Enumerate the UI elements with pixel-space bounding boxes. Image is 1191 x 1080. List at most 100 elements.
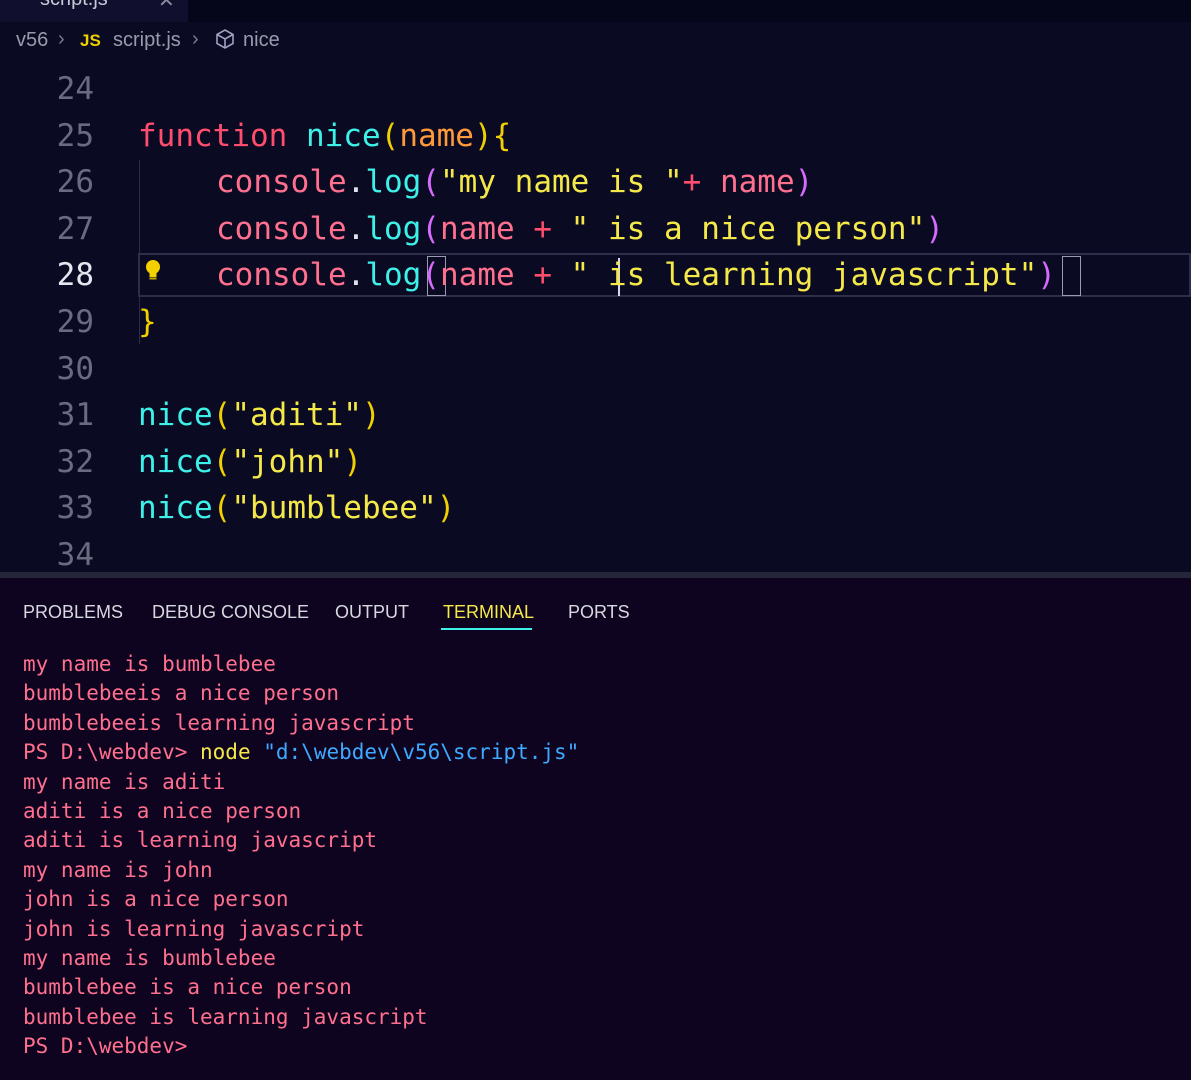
- code-token: ): [925, 210, 944, 247]
- code-text: console.log("my name is "+ name): [216, 159, 813, 205]
- breadcrumb: v56 › JS script.js › nice: [0, 22, 1191, 64]
- line-number: 34: [56, 537, 94, 572]
- code-token: "aditi": [231, 397, 362, 434]
- code-text: console.log(name + " is learning javascr…: [216, 252, 1056, 298]
- code-line[interactable]: 28 console.log(name + " is learning javas…: [0, 252, 1191, 298]
- tab-terminal[interactable]: TERMINAL: [443, 602, 534, 623]
- code-token: nice: [138, 397, 213, 434]
- terminal-line: my name is john: [23, 856, 1173, 885]
- line-number: 31: [56, 397, 94, 434]
- code-line[interactable]: 26 console.log("my name is "+ name): [0, 159, 1191, 205]
- panel-tab-bar: PROBLEMS DEBUG CONSOLE OUTPUT TERMINAL PORTS: [0, 578, 1191, 638]
- breadcrumb-symbol[interactable]: nice: [243, 29, 280, 52]
- symbol-cube-icon: [214, 28, 236, 56]
- code-token: console: [216, 210, 347, 247]
- code-line[interactable]: 32 nice("john"): [0, 439, 1191, 485]
- code-token: +: [514, 257, 571, 294]
- tab-output[interactable]: OUTPUT: [335, 602, 409, 623]
- code-token: "bumblebee": [231, 490, 437, 527]
- code-line[interactable]: 34: [0, 532, 1191, 572]
- code-token: " is a nice person": [570, 210, 926, 247]
- terminal-text: PS D:\webdev>: [23, 740, 201, 765]
- code-text: function nice(name){: [138, 113, 511, 159]
- code-token: name: [440, 210, 515, 247]
- code-token: +: [514, 210, 571, 247]
- line-number: 27: [56, 210, 94, 247]
- terminal-text: my name is aditi: [23, 769, 226, 794]
- code-token: log: [365, 257, 422, 294]
- terminal-text: bumblebeeis a nice person: [23, 681, 340, 706]
- code-token: (: [212, 490, 232, 527]
- tab-debug-console[interactable]: DEBUG CONSOLE: [152, 602, 309, 623]
- line-number: 26: [56, 164, 94, 201]
- code-line[interactable]: 27 console.log(name + " is a nice person"…: [0, 206, 1191, 252]
- terminal-line: bumblebeeis learning javascript: [23, 709, 1173, 738]
- terminal-text: bumblebee is learning javascript: [23, 1004, 428, 1029]
- code-line[interactable]: 29}: [0, 299, 1191, 345]
- bottom-panel: PROBLEMS DEBUG CONSOLE OUTPUT TERMINAL PORTS…: [0, 572, 1191, 1080]
- code-token: nice: [138, 443, 213, 480]
- chevron-right-icon: ›: [58, 28, 65, 50]
- terminal-text: bumblebeeis learning javascript: [23, 710, 415, 735]
- close-icon[interactable]: ✕: [158, 0, 175, 13]
- code-line[interactable]: 31 nice("aditi"): [0, 392, 1191, 438]
- line-number: 25: [56, 117, 94, 154]
- terminal-text: my name is bumblebee: [23, 945, 276, 970]
- code-text: }: [138, 299, 157, 345]
- tab-problems[interactable]: PROBLEMS: [23, 602, 123, 623]
- code-token: name: [440, 257, 515, 294]
- js-file-icon: JS: [80, 31, 101, 50]
- editor-tab-strip: script.js ✕: [0, 0, 1191, 22]
- terminal-line: my name is bumblebee: [23, 944, 1173, 973]
- code-token: (: [380, 117, 400, 154]
- code-token: {: [492, 117, 512, 154]
- code-token: .: [346, 164, 366, 201]
- code-token: ): [473, 117, 493, 154]
- chevron-right-icon: ›: [192, 28, 199, 50]
- code-editor[interactable]: 24 25 function nice(name){26 console.log("m…: [0, 64, 1191, 572]
- code-token: ): [361, 397, 381, 434]
- code-line[interactable]: 30: [0, 346, 1191, 392]
- tab-ports[interactable]: PORTS: [568, 602, 630, 623]
- terminal-text: my name is bumblebee: [23, 652, 276, 676]
- terminal-line: PS D:\webdev>: [23, 1032, 1173, 1061]
- code-token: ): [794, 164, 814, 201]
- code-token: name: [399, 117, 474, 154]
- code-token: "my name is ": [440, 164, 683, 201]
- vscode-window: script.js ✕ v56 › JS script.js › nice: [0, 0, 1191, 1080]
- breadcrumb-file[interactable]: script.js: [113, 29, 181, 52]
- code-line[interactable]: 33 nice("bumblebee"): [0, 485, 1191, 531]
- terminal-text: PS D:\webdev>: [23, 1034, 188, 1059]
- code-text: nice("john"): [138, 439, 362, 485]
- code-line[interactable]: 24: [0, 66, 1191, 112]
- code-token: function: [138, 117, 288, 154]
- code-token: .: [346, 257, 366, 294]
- code-token: (: [421, 164, 440, 201]
- terminal-text: john is learning javascript: [23, 916, 365, 941]
- code-token: console: [216, 257, 347, 294]
- code-text: nice("bumblebee"): [138, 485, 455, 531]
- code-text: nice("aditi"): [138, 392, 381, 438]
- terminal-output[interactable]: my name is bumblebee bumblebeeis a nice p…: [23, 650, 1173, 1061]
- code-token: " is learning javascript": [570, 257, 1038, 294]
- tab-label: script.js: [40, 0, 108, 11]
- code-token: (: [212, 443, 232, 480]
- terminal-text: node: [200, 740, 251, 765]
- breadcrumb-folder[interactable]: v56: [16, 29, 48, 52]
- terminal-text: aditi is learning javascript: [23, 828, 378, 853]
- code-line[interactable]: 25 function nice(name){: [0, 113, 1191, 159]
- code-token: (: [421, 257, 440, 294]
- code-token: }: [138, 304, 157, 340]
- tab-script-js[interactable]: script.js ✕: [0, 0, 188, 22]
- active-tab-indicator: [441, 628, 532, 630]
- terminal-line: bumblebeeis a nice person: [23, 679, 1173, 708]
- terminal-text: aditi is a nice person: [23, 798, 302, 823]
- code-text: console.log(name + " is a nice person"): [216, 206, 944, 252]
- code-token: ): [436, 490, 456, 527]
- line-number: 28: [56, 257, 94, 294]
- line-number: 32: [56, 443, 94, 480]
- terminal-line: bumblebee is a nice person: [23, 973, 1173, 1002]
